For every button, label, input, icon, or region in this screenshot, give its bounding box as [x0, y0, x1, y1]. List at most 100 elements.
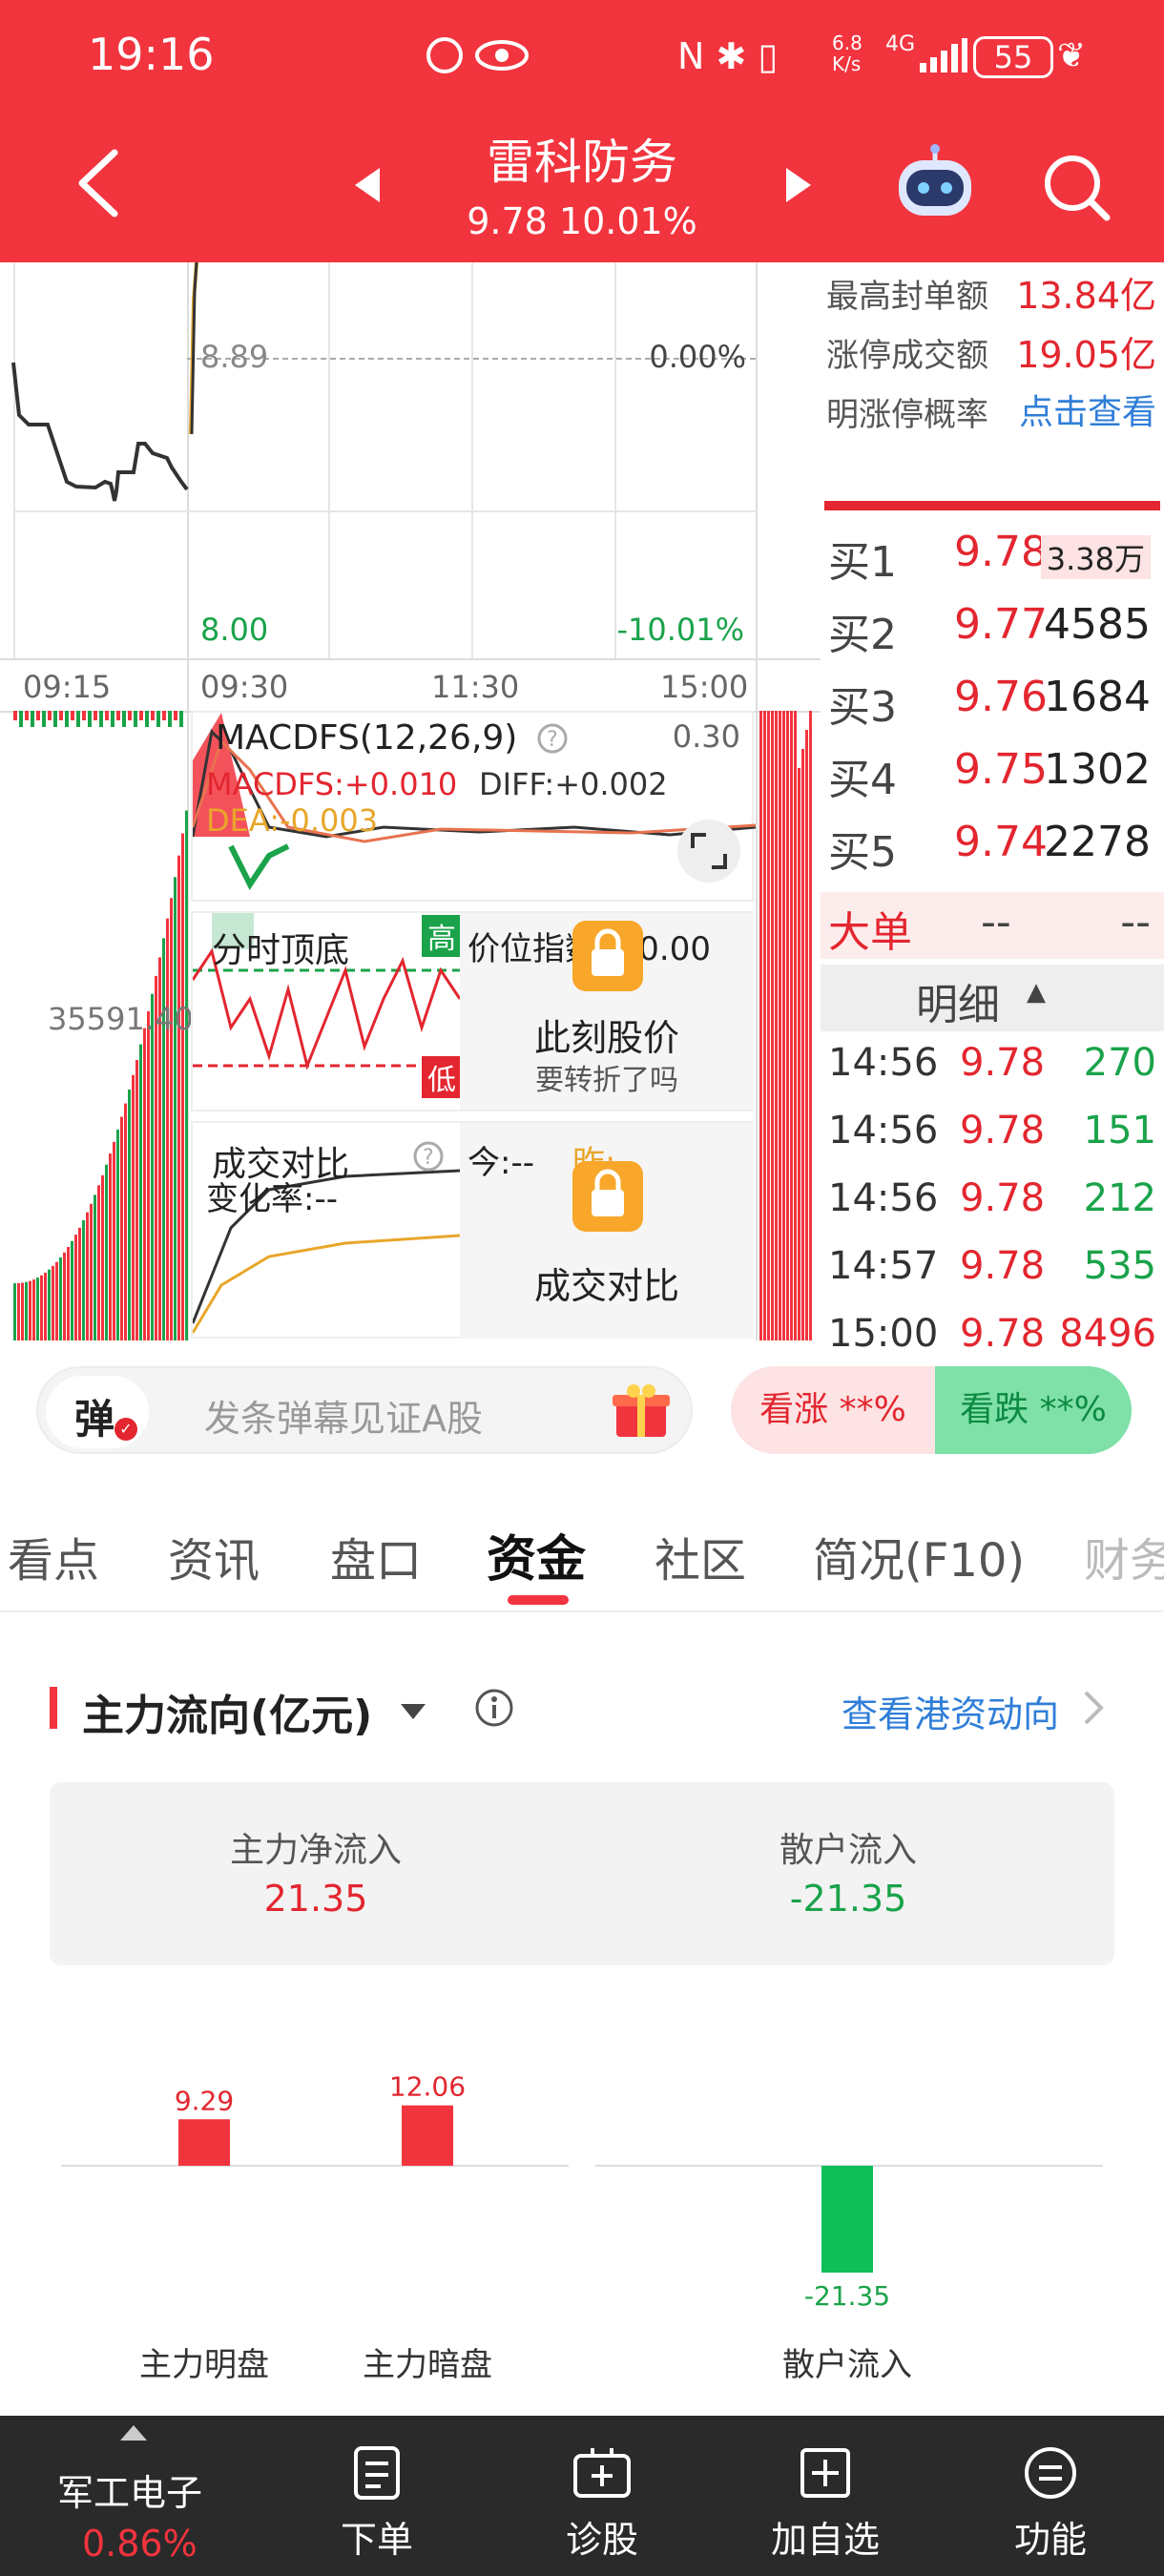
big-order-row: 大单 -- --	[821, 892, 1164, 959]
danmaku-toggle[interactable]: 弹 ✓	[46, 1376, 149, 1448]
danmaku-bar[interactable]: 弹 ✓ 发条弹幕见证A股	[36, 1366, 693, 1454]
quote-panel: 最高封单额 13.84亿 涨停成交额 19.05亿 明涨停概率 点击查看 买1 9…	[821, 262, 1164, 1356]
diagnose-icon	[573, 2448, 631, 2498]
place-order-button[interactable]: 下单	[315, 2444, 439, 2563]
add-icon	[800, 2448, 850, 2498]
volume-bar	[124, 1103, 127, 1340]
signal-icon	[918, 38, 967, 73]
chevron-right-icon[interactable]	[1078, 1687, 1107, 1729]
tick-price: 9.78	[960, 1312, 1046, 1356]
status-icons	[426, 34, 530, 76]
macd-max: 0.30	[672, 718, 740, 755]
functions-button[interactable]: 功能	[988, 2444, 1112, 2563]
detail-header[interactable]: 明细 ▲	[821, 965, 1164, 1031]
bearish-button[interactable]: 看跌 **%	[935, 1366, 1132, 1454]
order-book-row[interactable]: 买1 9.78 3.38万	[821, 522, 1164, 589]
header-price: 9.78	[467, 200, 548, 242]
bullish-button[interactable]: 看涨 **%	[731, 1366, 935, 1454]
macd-title[interactable]: MACDFS(12,26,9)	[216, 718, 517, 758]
expand-icon[interactable]	[677, 820, 740, 883]
svg-text:N ✱ ▯: N ✱ ▯	[677, 35, 778, 76]
tab-capital[interactable]: 资金	[487, 1519, 586, 1590]
volume-bar	[763, 711, 766, 1340]
volume-bar	[17, 1282, 20, 1340]
order-book-row[interactable]: 买2 9.77 4585	[821, 594, 1164, 661]
limit-info-label: 最高封单额	[826, 278, 988, 316]
volume-compare-panel[interactable]: 成交对比 ? 变化率:-- 今:-- 昨:-- 成交对比	[191, 1121, 754, 1339]
flow-bar	[178, 2119, 230, 2166]
intraday-chart[interactable]: 8.89 0.00% 8.00 -10.01% 09:15 09:30 11:3…	[0, 262, 821, 1340]
macd-panel[interactable]: MACDFS(12,26,9) ? 0.30 MACDFS:+0.010 DIF…	[191, 711, 756, 902]
tab-f10[interactable]: 简况(F10)	[813, 1523, 1025, 1589]
tick-price: 9.78	[960, 1041, 1046, 1085]
tick-row: 14:56 9.78 151	[828, 1099, 1164, 1166]
flow-bar	[402, 2105, 453, 2166]
left-axis-value: 35591.40	[48, 1001, 194, 1037]
hk-capital-link[interactable]: 查看港资动向	[842, 1685, 1059, 1737]
volume-bar	[67, 1247, 70, 1340]
volume-bar	[55, 1261, 58, 1340]
volume-bar	[179, 711, 183, 727]
volume-bar	[86, 1212, 89, 1340]
today-volume: 今:--	[468, 1144, 534, 1182]
lock-icon	[572, 921, 643, 991]
tab-kandian[interactable]: 看点	[8, 1523, 99, 1589]
volume-bar	[71, 1240, 73, 1340]
next-stock-icon[interactable]	[780, 164, 815, 206]
tab-order-book[interactable]: 盘口	[330, 1523, 422, 1589]
probability-link[interactable]: 点击查看	[1019, 384, 1156, 434]
top-bottom-promo[interactable]: 价位指数100.00 此刻股价 要转折了吗	[460, 913, 754, 1110]
volume-bar	[82, 1220, 85, 1340]
sector-name[interactable]: 军工电子	[57, 2463, 202, 2516]
tick-price: 9.78	[960, 1176, 1046, 1220]
tick-price: 9.78	[960, 1109, 1046, 1153]
volume-bar	[94, 711, 97, 720]
tick-time: 14:57	[828, 1244, 939, 1288]
danmaku-input[interactable]: 发条弹幕见证A股	[204, 1389, 483, 1442]
order-book-row[interactable]: 买5 9.74 2278	[821, 812, 1164, 879]
volume-compare-promo[interactable]: 今:-- 昨:-- 成交对比	[460, 1123, 754, 1339]
help-icon[interactable]: ?	[536, 722, 569, 755]
tab-bar[interactable]: 看点 资讯 盘口 资金 社区 简况(F10) 财务	[0, 1488, 1164, 1612]
tab-news[interactable]: 资讯	[168, 1523, 260, 1589]
order-icon	[354, 2446, 400, 2500]
gift-icon[interactable]	[611, 1380, 672, 1441]
volume-bar	[25, 1281, 28, 1340]
bid-level: 买5	[828, 828, 897, 877]
tab-community[interactable]: 社区	[655, 1523, 746, 1589]
robot-assistant-icon[interactable]	[893, 143, 977, 223]
reference-price: 8.89	[200, 339, 269, 375]
tab-finance[interactable]: 财务	[1084, 1523, 1164, 1589]
chevron-down-icon[interactable]	[397, 1696, 429, 1725]
high-tag: 高	[422, 915, 462, 957]
top-bottom-title[interactable]: 分时顶底	[212, 923, 349, 972]
tick-volume: 151	[1083, 1109, 1156, 1153]
bid-volume: 2278	[1044, 818, 1151, 866]
diff-value: DIFF:+0.002	[479, 766, 668, 802]
volume-bar	[166, 918, 169, 1340]
flow-value-label: -21.35	[804, 2280, 890, 2312]
volume-bar	[48, 1269, 51, 1340]
stock-name: 雷科防务	[487, 135, 677, 190]
low-pct: -10.01%	[616, 612, 744, 648]
search-icon[interactable]	[1040, 151, 1112, 223]
volume-bar	[32, 1279, 35, 1340]
top-bottom-panel[interactable]: 分时顶底 高 低 价位指数100.00 此刻股价 要转折了吗	[191, 911, 754, 1111]
macdfs-value: MACDFS:+0.010	[206, 766, 458, 802]
status-time: 19:16	[88, 29, 215, 80]
bid-price: 9.74	[954, 818, 1048, 866]
info-icon[interactable]	[473, 1687, 515, 1729]
capital-flow-title[interactable]: 主力流向(亿元)	[82, 1681, 372, 1742]
order-book-row[interactable]: 买3 9.76 1684	[821, 667, 1164, 734]
volume-bar	[78, 1227, 81, 1340]
volume-bar	[779, 711, 781, 1340]
diagnose-button[interactable]: 诊股	[540, 2444, 664, 2563]
promo-subtitle: 要转折了吗	[535, 1064, 678, 1097]
volume-bar	[105, 711, 109, 720]
help-icon[interactable]: ?	[412, 1140, 445, 1173]
order-book-row[interactable]: 买4 9.75 1302	[821, 739, 1164, 806]
sentiment-vote[interactable]: 看涨 **% 看跌 **%	[731, 1366, 1132, 1454]
add-watchlist-button[interactable]: 加自选	[754, 2444, 897, 2563]
volume-bar	[170, 898, 173, 1340]
volume-bar	[798, 768, 800, 1340]
